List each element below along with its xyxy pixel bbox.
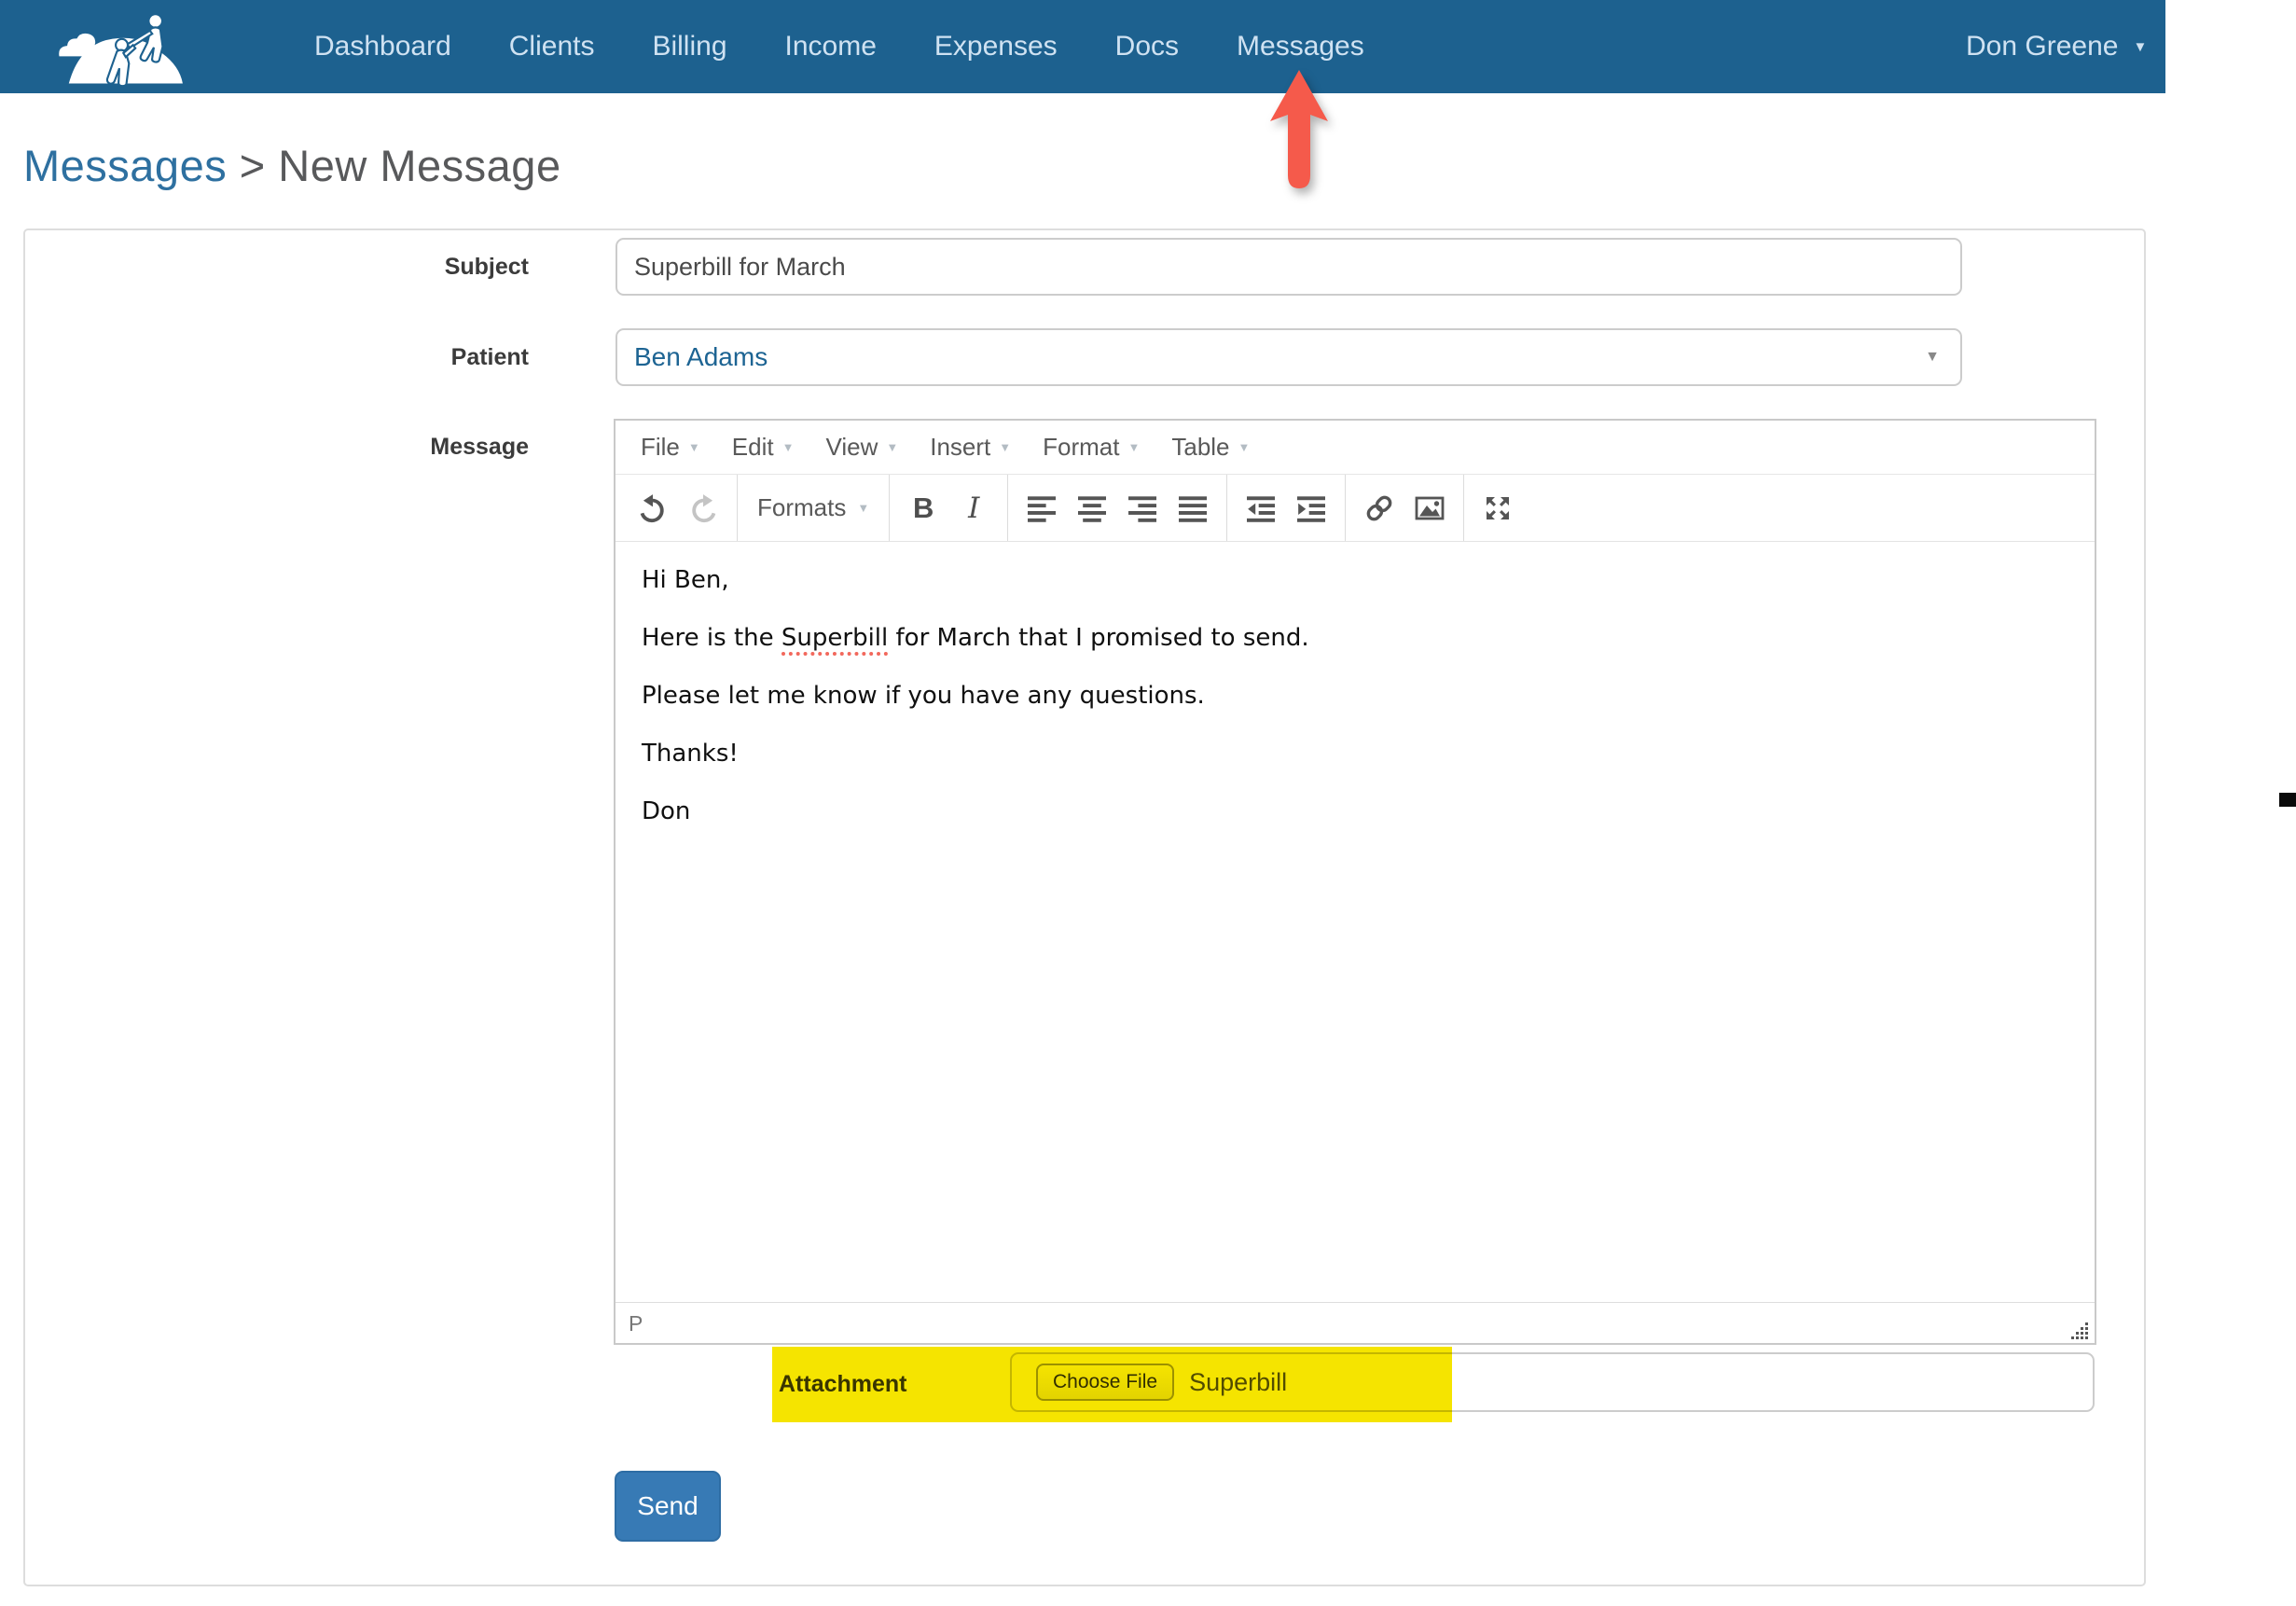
menu-file[interactable]: File ▼ (625, 421, 716, 474)
align-right-icon (1128, 495, 1157, 522)
outdent-icon (1247, 495, 1276, 522)
editor-statusbar: P (615, 1302, 2095, 1345)
message-paragraph: Please let me know if you have any quest… (642, 682, 1205, 710)
app-logo-icon[interactable] (45, 6, 205, 88)
nav-item-income[interactable]: Income (785, 31, 877, 62)
undo-icon (640, 493, 664, 522)
chevron-down-icon: ▼ (886, 440, 899, 454)
breadcrumb: Messages > New Message (23, 140, 561, 191)
nav-item-docs[interactable]: Docs (1115, 31, 1179, 62)
element-path: P (629, 1311, 643, 1336)
chevron-down-icon: ▼ (687, 440, 700, 454)
insert-link-button[interactable] (1354, 483, 1404, 533)
patient-select-value: Ben Adams (634, 342, 768, 371)
page: Dashboard Clients Billing Income Expense… (0, 0, 2296, 1606)
annotation-arrow-icon (1270, 70, 1328, 188)
justify-button[interactable] (1168, 483, 1218, 533)
capture-artifact (2279, 793, 2296, 807)
fullscreen-button[interactable] (1473, 483, 1523, 533)
menu-edit[interactable]: Edit ▼ (716, 421, 810, 474)
justify-icon (1179, 495, 1208, 522)
user-menu[interactable]: Don Greene ▼ (1966, 0, 2147, 93)
send-button[interactable]: Send (615, 1471, 721, 1542)
align-right-button[interactable] (1117, 483, 1168, 533)
indent-button[interactable] (1286, 483, 1336, 533)
indent-icon (1297, 495, 1326, 522)
nav-item-billing[interactable]: Billing (652, 31, 726, 62)
image-icon (1415, 496, 1445, 519)
resize-grip-icon[interactable] (2070, 1322, 2089, 1340)
menu-insert[interactable]: Insert ▼ (914, 421, 1027, 474)
patient-select[interactable]: Ben Adams ▼ (615, 328, 1962, 386)
choose-file-button[interactable]: Choose File (1036, 1364, 1175, 1401)
message-editor: File ▼ Edit ▼ View ▼ Insert ▼ Format ▼ Table ▼ (614, 419, 2096, 1345)
attachment-filename: Superbill (1189, 1367, 1288, 1396)
align-center-icon (1078, 495, 1107, 522)
nav-item-dashboard[interactable]: Dashboard (314, 31, 451, 62)
subject-input[interactable] (615, 238, 1962, 296)
nav-menu: Dashboard Clients Billing Income Expense… (314, 0, 1364, 93)
redo-button[interactable] (678, 483, 728, 533)
message-label: Message (430, 433, 529, 460)
nav-item-messages[interactable]: Messages (1237, 31, 1364, 62)
message-paragraph-1: Here is the Superbill for March that I p… (642, 620, 2068, 656)
message-paragraph: Thanks! (642, 740, 739, 768)
chevron-down-icon: ▼ (781, 440, 795, 454)
menu-table[interactable]: Table ▼ (1155, 421, 1266, 474)
bold-button[interactable]: B (898, 483, 948, 533)
italic-button[interactable]: I (948, 483, 999, 533)
nav-item-expenses[interactable]: Expenses (934, 31, 1058, 62)
message-paragraph: Hi Ben, (642, 566, 729, 594)
redo-icon (692, 493, 716, 522)
menu-format[interactable]: Format ▼ (1027, 421, 1155, 474)
nav-item-clients[interactable]: Clients (509, 31, 595, 62)
align-left-icon (1028, 495, 1057, 522)
subject-label: Subject (444, 253, 529, 280)
chevron-down-icon: ▼ (999, 440, 1012, 454)
attachment-field: Choose File Superbill (1010, 1352, 2095, 1412)
select-arrow-icon: ▼ (1925, 349, 1940, 365)
insert-image-button[interactable] (1404, 483, 1455, 533)
fullscreen-icon (1487, 496, 1510, 519)
menu-view[interactable]: View ▼ (809, 421, 914, 474)
patient-label: Patient (450, 343, 529, 370)
editor-menubar: File ▼ Edit ▼ View ▼ Insert ▼ Format ▼ Table ▼ (615, 421, 2095, 475)
align-left-button[interactable] (1017, 483, 1067, 533)
message-paragraph: Don (642, 797, 691, 825)
chevron-down-icon: ▼ (2133, 38, 2148, 55)
chevron-down-icon: ▼ (1127, 440, 1141, 454)
editor-toolbar: Formats ▼ B I (615, 475, 2095, 542)
align-center-button[interactable] (1067, 483, 1117, 533)
chevron-down-icon: ▼ (857, 501, 870, 515)
message-body-editable[interactable]: Hi Ben, Here is the Superbill for March … (615, 542, 2095, 1302)
chevron-down-icon: ▼ (1238, 440, 1251, 454)
formats-dropdown[interactable]: Formats ▼ (746, 493, 880, 522)
page-title: New Message (278, 141, 561, 190)
outdent-button[interactable] (1236, 483, 1286, 533)
top-navbar: Dashboard Clients Billing Income Expense… (0, 0, 2165, 93)
attachment-label: Attachment (779, 1371, 907, 1397)
breadcrumb-messages-link[interactable]: Messages (23, 141, 227, 190)
new-message-panel: Subject Patient Ben Adams ▼ Message File… (23, 228, 2146, 1586)
undo-button[interactable] (628, 483, 678, 533)
user-name: Don Greene (1966, 31, 2119, 62)
breadcrumb-separator: > (239, 141, 266, 190)
link-icon (1366, 495, 1392, 520)
